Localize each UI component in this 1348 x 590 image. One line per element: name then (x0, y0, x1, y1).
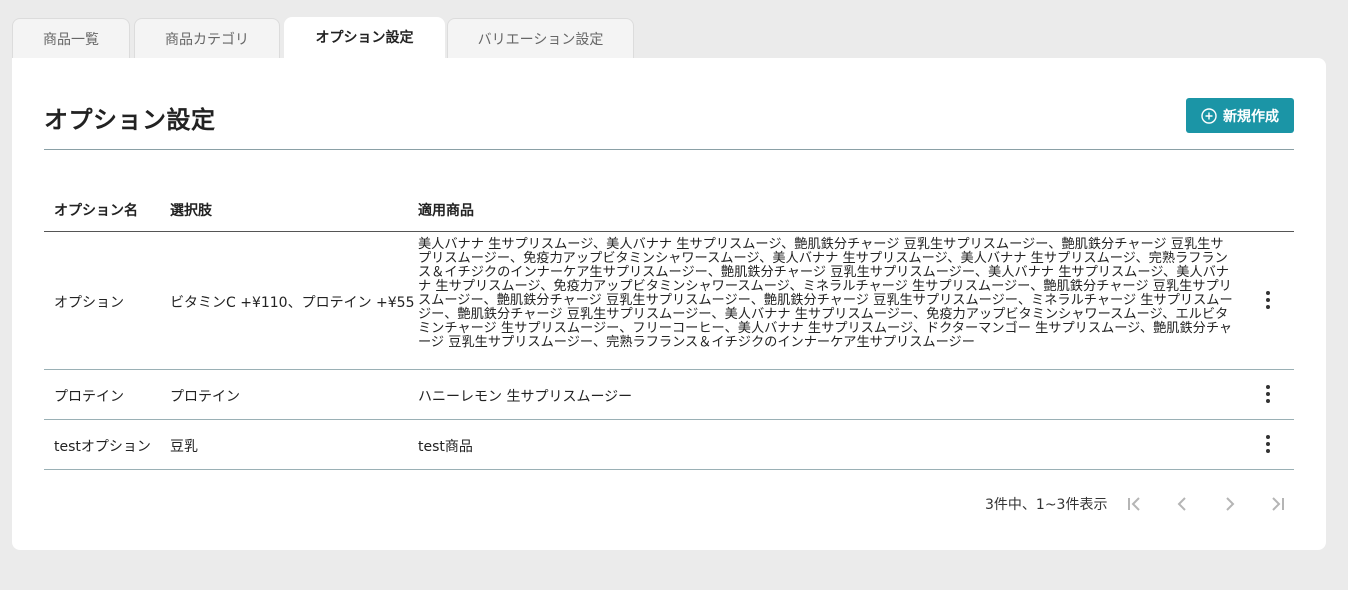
new-create-label: 新規作成 (1223, 108, 1279, 125)
option-choices: ビタミンC +¥110、プロテイン +¥55 (170, 295, 415, 311)
pagination-summary: 3件中、1~3件表示 (985, 497, 1108, 513)
table-row: testオプション 豆乳 test商品 (44, 420, 1294, 470)
column-header-option-name: オプション名 (54, 203, 138, 219)
table-row: オプション ビタミンC +¥110、プロテイン +¥55 美人バナナ 生サプリス… (44, 232, 1294, 370)
more-vert-icon[interactable] (1258, 384, 1278, 404)
chevron-right-icon[interactable] (1218, 492, 1242, 516)
option-name: オプション (54, 295, 124, 311)
title-divider (44, 149, 1294, 150)
plus-circle-icon (1201, 107, 1217, 124)
column-header-choices: 選択肢 (170, 203, 212, 219)
pagination: 3件中、1~3件表示 (12, 492, 1326, 516)
more-vert-icon[interactable] (1258, 290, 1278, 310)
option-name: プロテイン (54, 389, 124, 405)
page-title: オプション設定 (44, 106, 216, 134)
option-products: test商品 (418, 439, 473, 455)
option-name: testオプション (54, 439, 151, 455)
table-row: プロテイン プロテイン ハニーレモン 生サプリスムージー (44, 370, 1294, 420)
first-page-icon[interactable] (1122, 492, 1146, 516)
more-vert-icon[interactable] (1258, 434, 1278, 454)
tab-option-settings[interactable]: オプション設定 (284, 17, 445, 59)
last-page-icon[interactable] (1266, 492, 1290, 516)
tab-product-category[interactable]: 商品カテゴリ (134, 18, 280, 58)
option-products: ハニーレモン 生サプリスムージー (418, 389, 633, 405)
options-table: オプション名 選択肢 適用商品 オプション ビタミンC +¥110、プロテイン … (44, 188, 1294, 470)
table-header: オプション名 選択肢 適用商品 (44, 188, 1294, 232)
new-create-button[interactable]: 新規作成 (1186, 98, 1294, 133)
chevron-left-icon[interactable] (1170, 492, 1194, 516)
column-header-products: 適用商品 (418, 203, 474, 219)
option-choices: プロテイン (170, 389, 240, 405)
option-products: 美人バナナ 生サプリスムージ、美人バナナ 生サプリスムージ、艶肌鉄分チャージ 豆… (418, 237, 1233, 350)
option-choices: 豆乳 (170, 439, 198, 455)
tab-product-list[interactable]: 商品一覧 (12, 18, 130, 58)
tab-variation-settings[interactable]: バリエーション設定 (447, 18, 634, 58)
content-panel: オプション設定 新規作成 オプション名 選択肢 適用商品 オプション ビタミンC… (12, 58, 1326, 550)
